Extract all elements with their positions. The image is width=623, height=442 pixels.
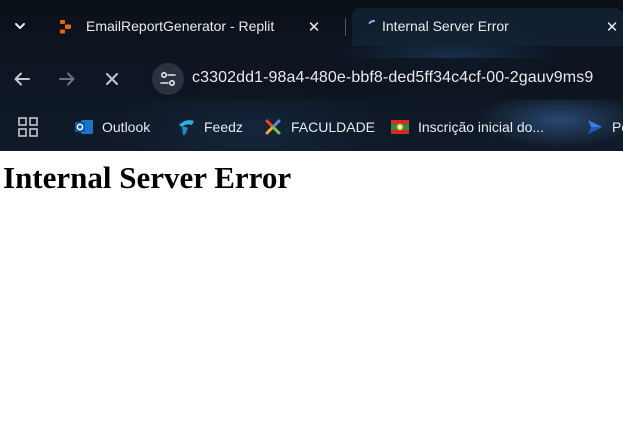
address-bar[interactable]: c3302dd1-98a4-480e-bbf8-ded5ff34c4cf-00-… — [146, 58, 623, 100]
bookmark-feedz[interactable]: Feedz — [176, 114, 243, 140]
replit-favicon-icon — [58, 19, 74, 35]
page-title: Internal Server Error — [3, 160, 292, 195]
back-button[interactable] — [7, 64, 37, 94]
stop-loading-button[interactable] — [97, 64, 127, 94]
tab-replit[interactable]: EmailReportGenerator - Replit ✕ — [44, 8, 338, 46]
apps-grid-icon[interactable] — [17, 116, 39, 138]
close-tab-icon[interactable]: ✕ — [602, 17, 622, 37]
bookmarks-bar: Outlook Feedz FACULDADE Inscrição inicia… — [0, 108, 623, 151]
toolbar: c3302dd1-98a4-480e-bbf8-ded5ff34c4cf-00-… — [0, 50, 623, 108]
page-content: Internal Server Error — [0, 151, 623, 442]
flag-icon — [390, 117, 410, 137]
outlook-icon — [74, 117, 94, 137]
close-tab-icon[interactable]: ✕ — [304, 17, 324, 37]
tab-title: EmailReportGenerator - Replit — [86, 18, 275, 34]
arrow-icon — [584, 117, 604, 137]
browser-chrome: EmailReportGenerator - Replit ✕ Internal… — [0, 0, 623, 151]
forward-button[interactable] — [52, 64, 82, 94]
stop-x-icon — [106, 73, 118, 85]
bookmark-outlook[interactable]: Outlook — [74, 114, 150, 140]
tab-internal-server-error[interactable]: Internal Server Error ✕ — [352, 8, 623, 46]
tab-strip: EmailReportGenerator - Replit ✕ Internal… — [0, 0, 623, 50]
joomla-icon — [263, 117, 283, 137]
forward-arrow-icon — [59, 72, 75, 86]
back-arrow-icon — [14, 72, 30, 86]
bookmark-faculdade[interactable]: FACULDADE — [263, 114, 375, 140]
site-info-button[interactable] — [152, 63, 184, 95]
loading-spinner-icon — [366, 19, 382, 35]
tab-title: Internal Server Error — [382, 18, 509, 34]
tab-separator — [345, 18, 346, 36]
tab-search-chevron-icon[interactable] — [8, 14, 32, 38]
url-text[interactable]: c3302dd1-98a4-480e-bbf8-ded5ff34c4cf-00-… — [192, 69, 593, 87]
bookmark-po[interactable]: Po — [584, 114, 623, 140]
tune-settings-icon — [160, 71, 176, 87]
feedz-icon — [176, 117, 196, 137]
bookmark-inscricao[interactable]: Inscrição inicial do... — [390, 114, 544, 140]
